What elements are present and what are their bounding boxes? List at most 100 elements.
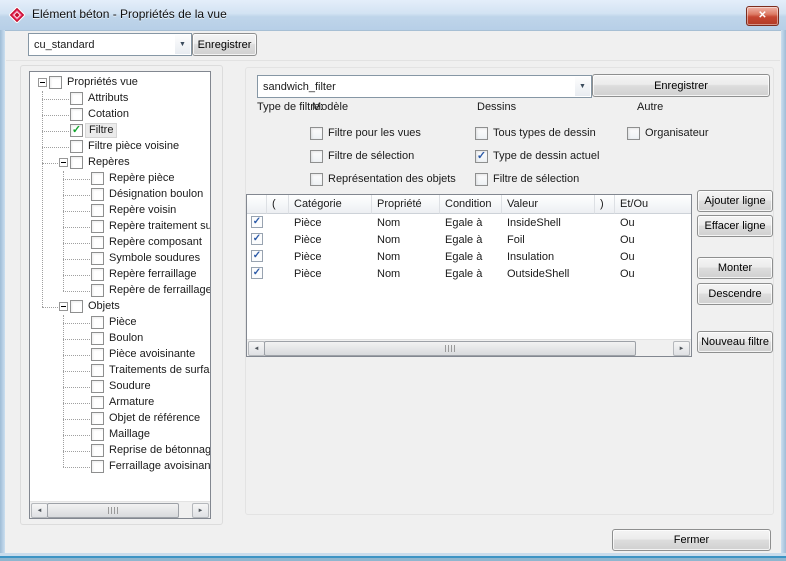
save-filter-button[interactable]: Enregistrer — [592, 74, 770, 97]
tree-checkbox[interactable] — [91, 444, 104, 457]
tree-checkbox[interactable] — [91, 460, 104, 473]
scrollbar-thumb[interactable] — [47, 503, 179, 518]
filter-option[interactable]: Tous types de dessin — [475, 126, 596, 140]
table-cell[interactable] — [267, 248, 289, 265]
tree-checkbox[interactable] — [91, 268, 104, 281]
filter-rules-table[interactable]: (CatégoriePropriétéConditionValeur)Et/Ou… — [246, 194, 692, 357]
collapse-icon[interactable] — [59, 158, 68, 167]
table-header-cell[interactable]: Catégorie — [289, 195, 372, 214]
tree-checkbox[interactable] — [70, 300, 83, 313]
row-checkbox[interactable]: ✓ — [251, 250, 263, 262]
tree-checkbox[interactable] — [70, 156, 83, 169]
table-cell[interactable]: Pièce — [289, 265, 372, 282]
filter-name-combobox[interactable]: sandwich_filter ▼ — [257, 75, 592, 98]
tree-item[interactable]: Traitements de surface — [30, 363, 210, 379]
collapse-icon[interactable] — [38, 78, 47, 87]
tree-checkbox[interactable] — [91, 172, 104, 185]
scrollbar-thumb[interactable] — [264, 341, 636, 356]
collapse-icon[interactable] — [59, 302, 68, 311]
save-preset-button[interactable]: Enregistrer — [192, 33, 257, 56]
tree-item[interactable]: Désignation boulon — [30, 187, 210, 203]
table-header-cell[interactable]: Propriété — [372, 195, 440, 214]
tree-item[interactable]: Propriétés vue — [30, 75, 210, 91]
tree-item[interactable]: Armature — [30, 395, 210, 411]
tree-item[interactable]: Pièce — [30, 315, 210, 331]
table-cell[interactable]: Pièce — [289, 248, 372, 265]
filter-rule-row[interactable]: ✓PièceNomEgale àInsideShellOu — [247, 214, 691, 231]
table-horizontal-scrollbar[interactable]: ◄ ► — [247, 339, 691, 356]
tree-checkbox[interactable] — [91, 332, 104, 345]
tree-checkbox[interactable] — [49, 76, 62, 89]
tree-item[interactable]: Cotation — [30, 107, 210, 123]
tree-checkbox[interactable] — [91, 412, 104, 425]
checkbox[interactable] — [627, 127, 640, 140]
tree-checkbox[interactable] — [91, 380, 104, 393]
tree-item[interactable]: Reprise de bétonnage — [30, 443, 210, 459]
move-down-button[interactable]: Descendre — [697, 283, 773, 305]
filter-option[interactable]: ✓ Type de dessin actuel — [475, 149, 599, 163]
tree-checkbox[interactable]: ✓ — [70, 124, 83, 137]
tree-item[interactable]: Boulon — [30, 331, 210, 347]
tree-item[interactable]: Repère composant — [30, 235, 210, 251]
tree-item[interactable]: Soudure — [30, 379, 210, 395]
table-cell[interactable]: Egale à — [440, 231, 502, 248]
scroll-right-icon[interactable]: ► — [673, 341, 690, 356]
delete-row-button[interactable]: Effacer ligne — [697, 215, 773, 237]
add-row-button[interactable]: Ajouter ligne — [697, 190, 773, 212]
checkbox[interactable]: ✓ — [475, 150, 488, 163]
filter-option[interactable]: Représentation des objets — [310, 172, 456, 186]
tree-checkbox[interactable] — [70, 108, 83, 121]
table-cell[interactable]: Egale à — [440, 265, 502, 282]
close-icon[interactable]: ✕ — [746, 6, 779, 26]
table-cell[interactable]: Ou — [615, 214, 692, 231]
table-cell[interactable] — [595, 214, 615, 231]
checkbox[interactable] — [310, 127, 323, 140]
table-header-cell[interactable] — [247, 195, 267, 214]
table-header-cell[interactable]: Et/Ou — [615, 195, 692, 214]
tree-checkbox[interactable] — [91, 348, 104, 361]
table-cell[interactable] — [267, 231, 289, 248]
close-button[interactable]: Fermer — [612, 529, 771, 551]
tree-item[interactable]: Repères — [30, 155, 210, 171]
table-cell[interactable]: Insulation — [502, 248, 595, 265]
tree-item[interactable]: Repère traitement surface — [30, 219, 210, 235]
tree-item[interactable]: Repère ferraillage — [30, 267, 210, 283]
table-cell[interactable]: Ou — [615, 231, 692, 248]
table-cell[interactable]: Foil — [502, 231, 595, 248]
table-cell[interactable]: Ou — [615, 265, 692, 282]
tree-item[interactable]: Symbole soudures — [30, 251, 210, 267]
new-filter-button[interactable]: Nouveau filtre — [697, 331, 773, 353]
row-checkbox[interactable]: ✓ — [251, 233, 263, 245]
table-cell[interactable] — [595, 265, 615, 282]
filter-rule-row[interactable]: ✓PièceNomEgale àInsulationOu — [247, 248, 691, 265]
table-cell[interactable]: Nom — [372, 265, 440, 282]
tree-checkbox[interactable] — [91, 316, 104, 329]
chevron-down-icon[interactable]: ▼ — [575, 77, 590, 96]
tree-item[interactable]: Filtre pièce voisine — [30, 139, 210, 155]
tree-horizontal-scrollbar[interactable]: ◄ ► — [30, 501, 210, 518]
tree-item[interactable]: Objet de référence — [30, 411, 210, 427]
table-cell[interactable]: Pièce — [289, 214, 372, 231]
filter-option[interactable]: Filtre pour les vues — [310, 126, 421, 140]
tree-item[interactable]: Repère pièce — [30, 171, 210, 187]
table-cell[interactable]: Pièce — [289, 231, 372, 248]
tree-item[interactable]: ✓ Filtre — [30, 123, 210, 139]
filter-rule-row[interactable]: ✓PièceNomEgale àFoilOu — [247, 231, 691, 248]
tree-checkbox[interactable] — [91, 236, 104, 249]
filter-option[interactable]: Organisateur — [627, 126, 709, 140]
table-header-cell[interactable]: Condition — [440, 195, 502, 214]
tree-checkbox[interactable] — [91, 220, 104, 233]
table-cell[interactable] — [267, 265, 289, 282]
tree-item[interactable]: Attributs — [30, 91, 210, 107]
checkbox[interactable] — [475, 127, 488, 140]
preset-combobox[interactable]: cu_standard ▼ — [28, 33, 192, 56]
table-cell[interactable] — [595, 248, 615, 265]
tree-checkbox[interactable] — [91, 284, 104, 297]
scroll-left-icon[interactable]: ◄ — [248, 341, 265, 356]
filter-option[interactable]: Filtre de sélection — [310, 149, 414, 163]
move-up-button[interactable]: Monter — [697, 257, 773, 279]
table-cell[interactable]: Ou — [615, 248, 692, 265]
table-cell[interactable]: InsideShell — [502, 214, 595, 231]
filter-rule-row[interactable]: ✓PièceNomEgale àOutsideShellOu — [247, 265, 691, 282]
table-cell[interactable]: Nom — [372, 248, 440, 265]
